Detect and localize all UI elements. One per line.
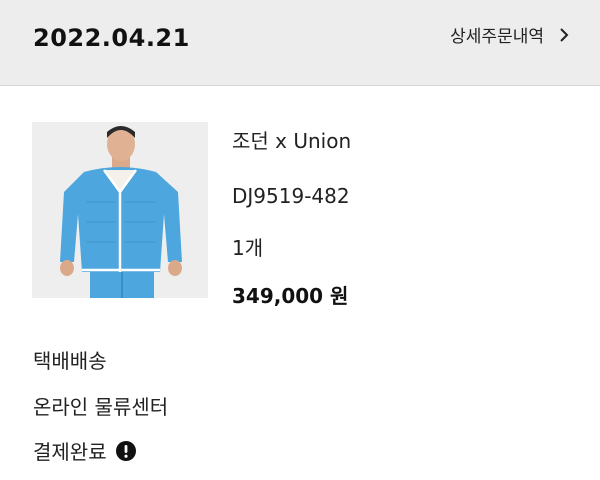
exclamation-circle-icon[interactable] <box>115 440 137 462</box>
order-detail-label: 상세주문내역 <box>450 27 544 47</box>
product-photo-illustration <box>32 122 208 298</box>
chevron-right-icon <box>560 27 569 42</box>
payment-status-label: 결제완료 <box>33 440 107 464</box>
order-date: 2022.04.21 <box>33 24 190 52</box>
product-image[interactable] <box>32 122 208 298</box>
product-code: DJ9519-482 <box>232 184 350 208</box>
payment-status: 결제완료 <box>33 436 137 465</box>
product-price: 349,000 원 <box>232 284 349 308</box>
order-detail-link[interactable]: 상세주문내역 <box>450 22 570 47</box>
order-summary-page: 2022.04.21 상세주문내역 조던 x Union DJ9519-482 … <box>0 0 600 480</box>
delivery-method: 택배배송 <box>33 349 107 373</box>
fulfillment-center: 온라인 물류센터 <box>33 395 169 419</box>
order-header: 2022.04.21 상세주문내역 <box>0 0 600 86</box>
product-name[interactable]: 조던 x Union <box>232 125 351 154</box>
product-quantity: 1개 <box>232 236 264 260</box>
